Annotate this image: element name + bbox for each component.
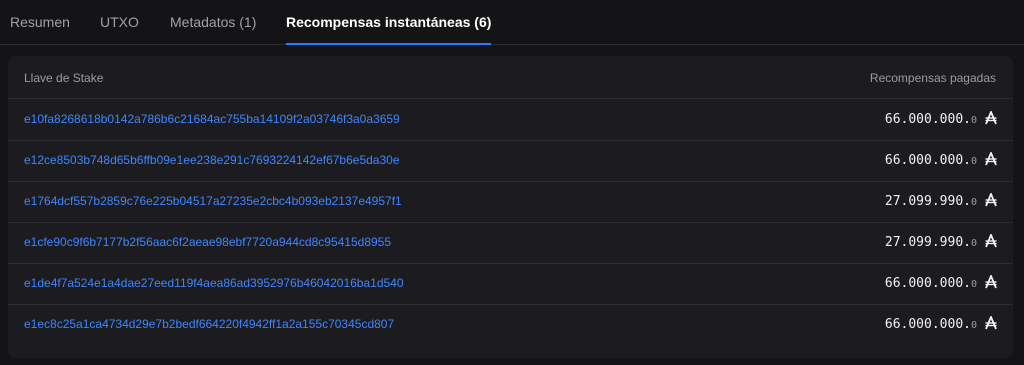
page: Resumen UTXO Metadatos (1) Recompensas i… [0,0,1024,365]
amount-decimal: 0 [970,115,977,126]
amount-decimal: 0 [970,320,977,331]
stake-key-link[interactable]: e1de4f7a524e1a4dae27eed119f4aea86ad39529… [24,276,404,290]
reward-amount: 27.099.990. 0 [885,191,997,211]
amount-integer: 66.000.000. [884,112,971,127]
amount-integer: 27.099.990. [884,194,971,209]
tab-utxo[interactable]: UTXO [100,0,139,44]
table-row: e10fa8268618b0142a786b6c21684ac755ba1410… [8,99,1013,141]
amount-decimal: 0 [970,156,977,167]
reward-amount: 66.000.000. 0 [885,314,997,334]
stake-key-link[interactable]: e1ec8c25a1ca4734d29e7b2bedf664220f4942ff… [24,317,394,331]
table-row: e12ce8503b748d65b6ffb09e1ee238e291c76932… [8,140,1013,182]
table-row: e1de4f7a524e1a4dae27eed119f4aea86ad39529… [8,263,1013,305]
ada-icon [985,316,997,330]
reward-amount: 66.000.000. 0 [885,109,997,129]
ada-icon [985,152,997,166]
reward-amount: 66.000.000. 0 [885,150,997,170]
amount-integer: 66.000.000. [884,317,971,332]
amount-integer: 66.000.000. [884,153,971,168]
amount-decimal: 0 [970,279,977,290]
amount-decimal: 0 [970,197,977,208]
tab-metadatos[interactable]: Metadatos (1) [170,0,256,44]
ada-icon [985,111,997,125]
stake-key-link[interactable]: e12ce8503b748d65b6ffb09e1ee238e291c76932… [24,153,400,167]
amount-integer: 27.099.990. [884,235,971,250]
tab-bar: Resumen UTXO Metadatos (1) Recompensas i… [0,0,1024,45]
reward-amount: 66.000.000. 0 [885,273,997,293]
ada-icon [985,234,997,248]
column-header-stake-key: Llave de Stake [24,71,104,85]
column-header-rewards: Recompensas pagadas [869,71,996,85]
amount-integer: 66.000.000. [884,276,971,291]
reward-amount: 27.099.990. 0 [885,232,997,252]
stake-key-link[interactable]: e1764dcf557b2859c76e225b04517a27235e2cbc… [24,194,402,208]
ada-icon [985,275,997,289]
tab-recompensas-instantaneas[interactable]: Recompensas instantáneas (6) [286,0,492,45]
table-row: e1cfe90c9f6b7177b2f56aac6f2aeae98ebf7720… [8,222,1013,264]
table-row: e1ec8c25a1ca4734d29e7b2bedf664220f4942ff… [8,304,1013,345]
ada-icon [985,193,997,207]
stake-key-link[interactable]: e1cfe90c9f6b7177b2f56aac6f2aeae98ebf7720… [24,235,391,249]
table-row: e1764dcf557b2859c76e225b04517a27235e2cbc… [8,181,1013,223]
rewards-table: Llave de Stake Recompensas pagadas e10fa… [8,56,1013,358]
amount-decimal: 0 [970,238,977,249]
tab-resumen[interactable]: Resumen [10,0,70,44]
table-header: Llave de Stake Recompensas pagadas [8,56,1013,99]
stake-key-link[interactable]: e10fa8268618b0142a786b6c21684ac755ba1410… [24,112,400,126]
